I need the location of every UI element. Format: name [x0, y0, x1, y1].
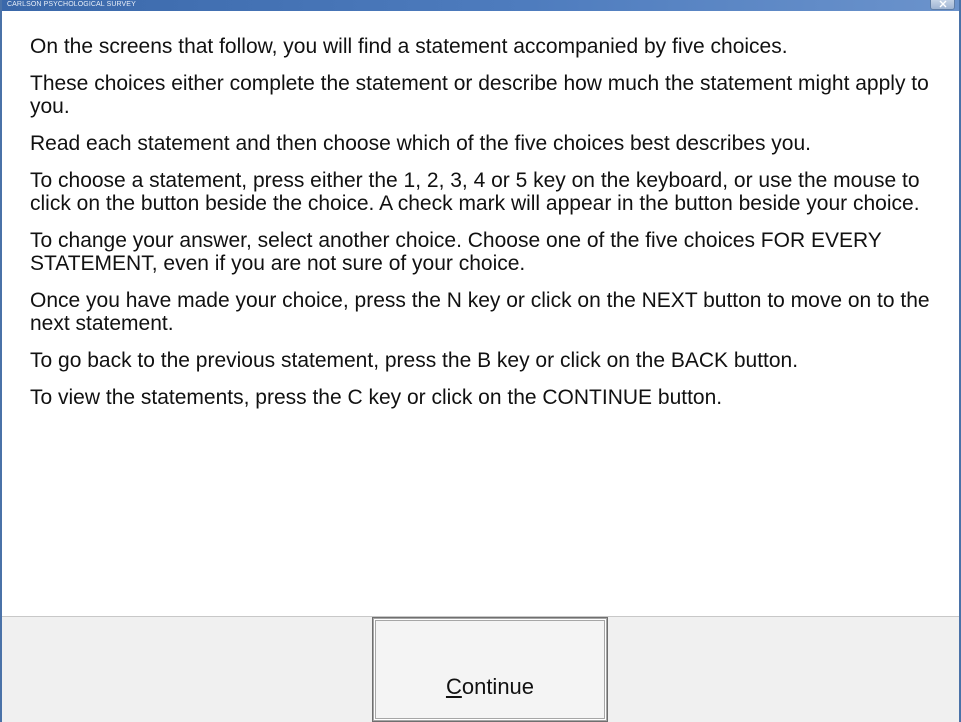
continue-label-rest: ontinue	[461, 674, 535, 699]
footer-bar: Continue	[2, 616, 959, 722]
title-bar: CARLSON PSYCHOLOGICAL SURVEY	[2, 0, 959, 11]
instruction-paragraph: To change your answer, select another ch…	[30, 229, 882, 275]
instruction-paragraph: Once you have made your choice, press th…	[30, 289, 930, 335]
instruction-paragraph: To choose a statement, press either the …	[30, 169, 920, 215]
continue-label: Continue	[373, 674, 607, 700]
instruction-paragraph: These choices either complete the statem…	[30, 72, 929, 118]
instructions-panel: On the screens that follow, you will fin…	[30, 35, 950, 423]
continue-button[interactable]: Continue	[372, 617, 608, 722]
close-button[interactable]	[930, 0, 955, 10]
survey-window: CARLSON PSYCHOLOGICAL SURVEY On the scre…	[0, 0, 961, 722]
window-title: CARLSON PSYCHOLOGICAL SURVEY	[7, 1, 136, 8]
continue-accelerator: C	[445, 674, 462, 699]
close-icon	[939, 0, 947, 8]
instruction-paragraph: Read each statement and then choose whic…	[30, 132, 811, 155]
instruction-paragraph: On the screens that follow, you will fin…	[30, 35, 788, 58]
instruction-paragraph: To go back to the previous statement, pr…	[30, 349, 799, 372]
instruction-paragraph: To view the statements, press the C key …	[30, 386, 723, 409]
